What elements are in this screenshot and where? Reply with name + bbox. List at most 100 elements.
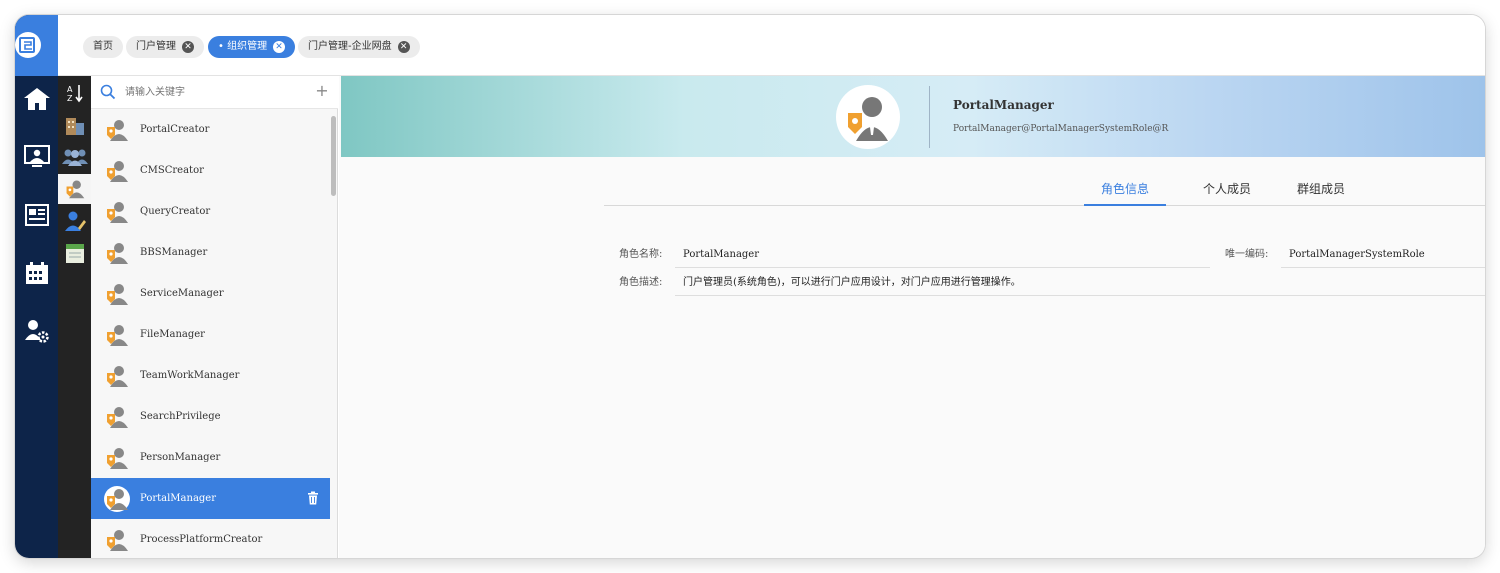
subnav-company[interactable] [58,110,91,140]
role-list: PortalCreator CMSCreator QueryCreator BBSMa… [91,109,330,558]
banner-divider [929,86,930,148]
sort-az-icon: A Z [67,85,83,103]
role-icon [107,448,128,469]
news-icon [24,204,49,226]
list-item-label: SearchPrivilege [140,411,221,422]
tabs-bar: 首页 门户管理 ✕ • 组织管理 ✕ 门户管理-企业网盘 ✕ [58,15,1485,76]
close-icon[interactable]: ✕ [397,41,410,53]
app-window: 首页 门户管理 ✕ • 组织管理 ✕ 门户管理-企业网盘 ✕ A Z 请输入关键… [15,15,1485,558]
role-name-value[interactable]: PortalManager [675,242,1210,268]
subnav-sort[interactable]: A Z [58,78,91,108]
nav-monitor-user[interactable] [15,139,58,175]
search-input[interactable] [125,83,305,101]
list-item[interactable]: FileManager [91,314,330,355]
tab-label: • 组织管理 [218,41,268,52]
list-item[interactable]: ProcessPlatformCreator [91,519,330,558]
home-icon [23,88,50,110]
calendar-icon [25,262,48,284]
monitor-user-icon [23,145,50,167]
role-icon [107,120,128,141]
tab-org-management[interactable]: • 组织管理 ✕ [208,36,296,58]
nav-calendar[interactable] [15,255,58,291]
list-item[interactable]: PortalCreator [91,109,330,150]
logo[interactable] [15,15,58,76]
list-item-label: QueryCreator [140,206,211,217]
subnav-person[interactable] [58,206,91,236]
role-icon [107,202,128,223]
role-list-panel: + PortalCreator CMSCreator QueryCreator BBS… [91,76,338,558]
list-item-label: ProcessPlatformCreator [140,534,263,545]
add-role-button[interactable]: + [312,81,332,101]
role-banner: PortalManager PortalManager@PortalManage… [341,76,1485,157]
scrollbar[interactable] [331,116,336,196]
role-icon [107,366,128,387]
list-item[interactable]: PortalManager [91,478,330,519]
role-name: PortalManager [953,98,1054,112]
tab-label: 首页 [93,41,113,52]
role-icon [66,180,84,199]
search-icon [100,84,116,100]
list-item-label: PortalManager [140,493,217,504]
tab-role-info[interactable]: 角色信息 [1084,176,1166,206]
list-item[interactable]: TeamWorkManager [91,355,330,396]
subnav-groups[interactable] [58,142,91,172]
list-item[interactable]: PersonManager [91,437,330,478]
close-icon[interactable]: ✕ [182,41,194,53]
role-avatar-icon [848,97,888,141]
list-item-label: TeamWorkManager [140,370,240,381]
user-edit-icon [64,211,86,231]
detail-tabs: 角色信息 个人成员 群组成员 [604,176,1485,206]
role-icon [107,407,128,428]
role-icon [107,530,128,551]
tab-home[interactable]: 首页 [83,36,123,58]
list-item-label: FileManager [140,329,205,340]
tab-group-members[interactable]: 群组成员 [1280,176,1362,206]
role-icon [104,486,130,512]
role-desc-label: 角色描述: [619,277,663,288]
field-row-desc: 角色描述: 门户管理员(系统角色)，可以进行门户应用设计，对门户应用进行管理操作… [619,270,1485,296]
tab-person-members[interactable]: 个人成员 [1186,176,1268,206]
list-item-label: PortalCreator [140,124,210,135]
role-desc-value[interactable]: 门户管理员(系统角色)，可以进行门户应用设计，对门户应用进行管理操作。 [675,270,1485,296]
tab-portal-management[interactable]: 门户管理 ✕ [126,36,204,58]
role-icon [107,325,128,346]
role-icon [107,161,128,182]
list-item[interactable]: CMSCreator [91,150,330,191]
role-code-label: 唯一编码: [1225,249,1269,260]
tab-label: 门户管理 [136,41,176,52]
avatar [836,85,900,149]
subnav-attributes[interactable] [58,238,91,268]
main-nav-rail [15,15,58,558]
list-item-label: CMSCreator [140,165,204,176]
role-detail: PortalManager PortalManager@PortalManage… [339,76,1485,558]
trash-icon[interactable] [306,491,320,505]
role-name-label: 角色名称: [619,249,663,260]
field-row-name: 角色名称: PortalManager 唯一编码: PortalManagerS… [619,242,1485,268]
group-icon [61,149,88,166]
search-bar: + [91,76,338,109]
role-icon [107,284,128,305]
org-sub-nav: A Z [58,76,91,558]
building-icon [65,118,84,135]
list-item[interactable]: ServiceManager [91,273,330,314]
list-item-label: ServiceManager [140,288,224,299]
svg-text:A: A [67,85,73,94]
list-item[interactable]: SearchPrivilege [91,396,330,437]
user-settings-icon [24,320,49,343]
calendar-note-icon [65,244,84,263]
role-distinguished-name: PortalManager@PortalManagerSystemRole@R [953,124,1169,134]
nav-home[interactable] [15,81,58,117]
list-item[interactable]: QueryCreator [91,191,330,232]
list-item-label: PersonManager [140,452,221,463]
list-item[interactable]: BBSManager [91,232,330,273]
logo-icon [15,32,41,58]
role-icon [107,243,128,264]
tab-portal-disk[interactable]: 门户管理-企业网盘 ✕ [298,36,420,58]
role-code-value[interactable]: PortalManagerSystemRole [1281,242,1485,268]
svg-text:Z: Z [67,94,73,103]
nav-user-settings[interactable] [15,313,58,349]
tab-label: 门户管理-企业网盘 [308,41,392,52]
nav-news[interactable] [15,197,58,233]
subnav-roles[interactable] [58,174,91,204]
close-icon[interactable]: ✕ [273,41,286,53]
